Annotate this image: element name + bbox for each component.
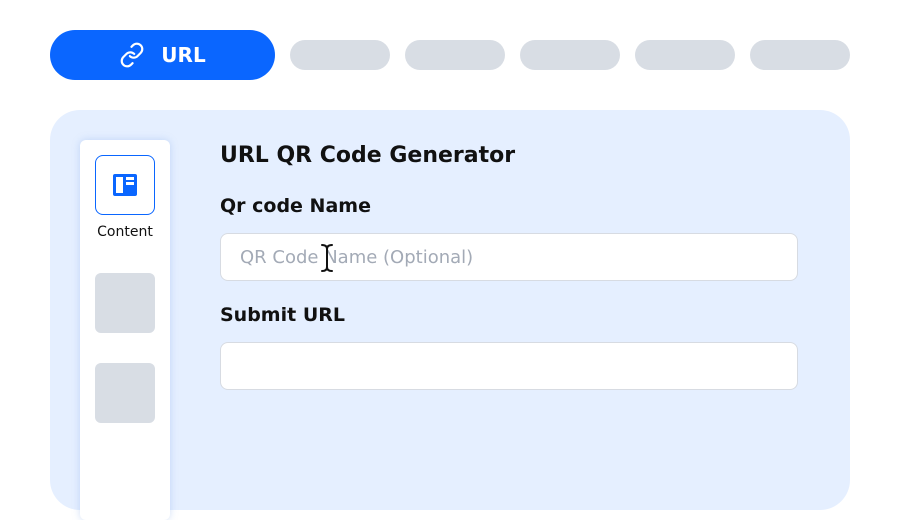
generator-panel: Content URL QR Code Generator Qr code Na… bbox=[50, 110, 850, 520]
sidebar-item-content[interactable] bbox=[95, 155, 155, 215]
page-title: URL QR Code Generator bbox=[220, 143, 516, 168]
tab-url[interactable]: URL bbox=[50, 30, 275, 80]
tab-placeholder-1[interactable] bbox=[290, 40, 390, 70]
sidebar-item-placeholder-1[interactable] bbox=[95, 273, 155, 333]
qr-name-label: Qr code Name bbox=[220, 195, 371, 217]
tab-placeholder-4[interactable] bbox=[635, 40, 735, 70]
tab-placeholder-3[interactable] bbox=[520, 40, 620, 70]
qr-name-input[interactable] bbox=[220, 233, 798, 281]
tab-placeholder-5[interactable] bbox=[750, 40, 850, 70]
tab-url-label: URL bbox=[161, 43, 206, 67]
sidebar-item-placeholder-2[interactable] bbox=[95, 363, 155, 423]
text-cursor-icon bbox=[319, 243, 335, 273]
sidebar: Content bbox=[80, 140, 170, 520]
sidebar-item-content-label: Content bbox=[97, 224, 153, 240]
tab-placeholder-2[interactable] bbox=[405, 40, 505, 70]
submit-url-input[interactable] bbox=[220, 342, 798, 390]
link-icon bbox=[119, 42, 145, 68]
tab-bar: URL bbox=[0, 0, 900, 100]
submit-url-label: Submit URL bbox=[220, 304, 345, 326]
content-layout-icon bbox=[112, 173, 138, 197]
